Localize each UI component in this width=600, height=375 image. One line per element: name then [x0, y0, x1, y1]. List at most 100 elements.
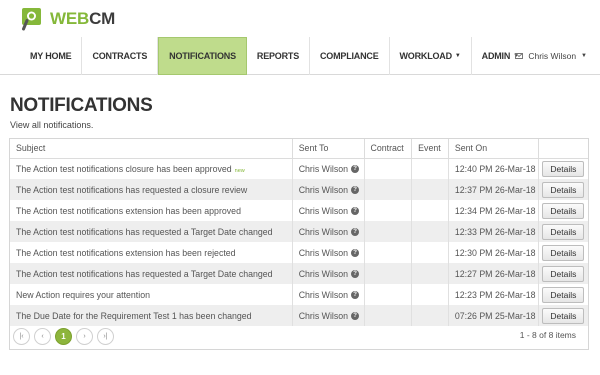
cell-subject: The Action test notifications has reques…	[10, 221, 293, 242]
column-header-contract[interactable]: Contract	[364, 139, 413, 159]
logo[interactable]: WEBCM	[21, 7, 115, 31]
column-header-subject[interactable]: Subject	[10, 139, 293, 159]
first-page-button[interactable]: |‹	[13, 328, 30, 345]
caret-down-icon: ▼	[454, 53, 461, 59]
cell-subject: New Action requires your attention	[10, 284, 293, 305]
details-button[interactable]: Details	[542, 244, 585, 261]
cell-event	[411, 221, 449, 242]
column-header-sent-to[interactable]: Sent To	[292, 139, 365, 159]
column-header-event[interactable]: Event	[411, 139, 449, 159]
page-subtitle: View all notifications.	[10, 120, 94, 130]
cell-event	[411, 284, 449, 305]
question-circle-icon[interactable]: ?	[351, 186, 360, 195]
cell-sent-on: 12:23 PM 26-Mar-18	[448, 284, 539, 305]
cell-actions: Details	[538, 305, 588, 326]
cell-sent-on: 12:27 PM 26-Mar-18	[448, 263, 539, 284]
details-button[interactable]: Details	[542, 265, 585, 282]
nav-contracts[interactable]: Contracts	[82, 37, 159, 75]
question-circle-icon[interactable]: ?	[351, 312, 360, 321]
table-row: The Action test notifications closure ha…	[10, 158, 588, 179]
table-row: New Action requires your attention Chris…	[10, 284, 588, 305]
question-circle-icon[interactable]: ?	[351, 270, 360, 279]
page-title: NOTIFICATIONS	[10, 95, 153, 116]
nav-workload[interactable]: Workload ▼	[390, 37, 472, 75]
cell-actions: Details	[538, 242, 588, 263]
cell-event	[411, 305, 449, 326]
cell-sent-on: 12:37 PM 26-Mar-18	[448, 179, 539, 200]
details-button[interactable]: Details	[542, 307, 585, 324]
column-header-sent-on[interactable]: Sent On	[448, 139, 539, 159]
user-menu[interactable]: Chris Wilson ▼	[515, 37, 587, 75]
cell-sent-on: 12:33 PM 26-Mar-18	[448, 221, 539, 242]
cell-sent-to: Chris Wilson?	[292, 242, 365, 263]
table-row: The Action test notifications has reques…	[10, 179, 588, 200]
cell-sent-to: Chris Wilson?	[292, 158, 365, 179]
details-button[interactable]: Details	[542, 223, 585, 240]
cell-actions: Details	[538, 263, 588, 284]
details-button[interactable]: Details	[542, 286, 585, 303]
cell-sent-to: Chris Wilson?	[292, 305, 365, 326]
cell-event	[411, 158, 449, 179]
notifications-table: Subject Sent To Contract Event Sent On T…	[10, 139, 588, 326]
details-button[interactable]: Details	[542, 202, 585, 219]
items-count: 1 - 8 of 8 items	[519, 330, 576, 340]
cell-sent-to: Chris Wilson?	[292, 179, 365, 200]
logo-text: WEBCM	[50, 9, 116, 28]
cell-actions: Details	[538, 221, 588, 242]
prev-page-button[interactable]: ‹	[34, 328, 51, 345]
nav-compliance[interactable]: Compliance	[310, 37, 390, 75]
details-button[interactable]: Details	[542, 181, 585, 198]
nav-my-home[interactable]: My Home	[20, 37, 83, 75]
cell-contract	[364, 242, 413, 263]
question-circle-icon[interactable]: ?	[351, 207, 360, 216]
table-header-row: Subject Sent To Contract Event Sent On	[10, 139, 588, 159]
notifications-grid: Subject Sent To Contract Event Sent On T…	[9, 138, 589, 350]
cell-subject: The Action test notifications extension …	[10, 200, 293, 221]
cell-contract	[364, 305, 413, 326]
question-circle-icon[interactable]: ?	[351, 165, 360, 174]
cell-subject: The Due Date for the Requirement Test 1 …	[10, 305, 293, 326]
cell-contract	[364, 263, 413, 284]
cell-subject: The Action test notifications has reques…	[10, 263, 293, 284]
page-number-button[interactable]: 1	[55, 328, 72, 345]
details-button[interactable]: Details	[542, 160, 585, 177]
cell-actions: Details	[538, 200, 588, 221]
cell-contract	[364, 284, 413, 305]
cell-event	[411, 263, 449, 284]
user-name: Chris Wilson	[528, 51, 577, 61]
nav-menu: My Home Contracts Notifications Reports …	[20, 37, 529, 75]
cell-event	[411, 179, 449, 200]
question-circle-icon[interactable]: ?	[351, 249, 360, 258]
column-header-actions	[538, 139, 588, 159]
cell-sent-to: Chris Wilson?	[292, 284, 365, 305]
cell-subject: The Action test notifications extension …	[10, 242, 293, 263]
cell-sent-to: Chris Wilson?	[292, 263, 365, 284]
table-row: The Action test notifications extension …	[10, 242, 588, 263]
table-row: The Action test notifications extension …	[10, 200, 588, 221]
cell-contract	[364, 221, 413, 242]
cell-subject: The Action test notifications has reques…	[10, 179, 293, 200]
table-row: The Action test notifications has reques…	[10, 221, 588, 242]
cell-actions: Details	[538, 284, 588, 305]
main-navbar: My Home Contracts Notifications Reports …	[0, 37, 600, 75]
cell-sent-on: 07:26 PM 25-Mar-18	[448, 305, 539, 326]
cell-contract	[364, 179, 413, 200]
question-circle-icon[interactable]: ?	[351, 291, 360, 300]
pagination: |‹ ‹ 1 › ›|	[13, 328, 114, 345]
envelope-icon	[515, 53, 524, 59]
cell-contract	[364, 158, 413, 179]
cell-sent-to: Chris Wilson?	[292, 221, 365, 242]
logo-search-icon	[21, 7, 45, 31]
new-badge: new	[234, 167, 245, 174]
nav-reports[interactable]: Reports	[247, 37, 310, 75]
cell-event	[411, 200, 449, 221]
question-circle-icon[interactable]: ?	[351, 228, 360, 237]
cell-sent-on: 12:34 PM 26-Mar-18	[448, 200, 539, 221]
cell-sent-on: 12:40 PM 26-Mar-18	[448, 158, 539, 179]
cell-event	[411, 242, 449, 263]
cell-actions: Details	[538, 179, 588, 200]
next-page-button[interactable]: ›	[76, 328, 93, 345]
last-page-button[interactable]: ›|	[97, 328, 114, 345]
nav-notifications[interactable]: Notifications	[158, 37, 247, 75]
cell-contract	[364, 200, 413, 221]
